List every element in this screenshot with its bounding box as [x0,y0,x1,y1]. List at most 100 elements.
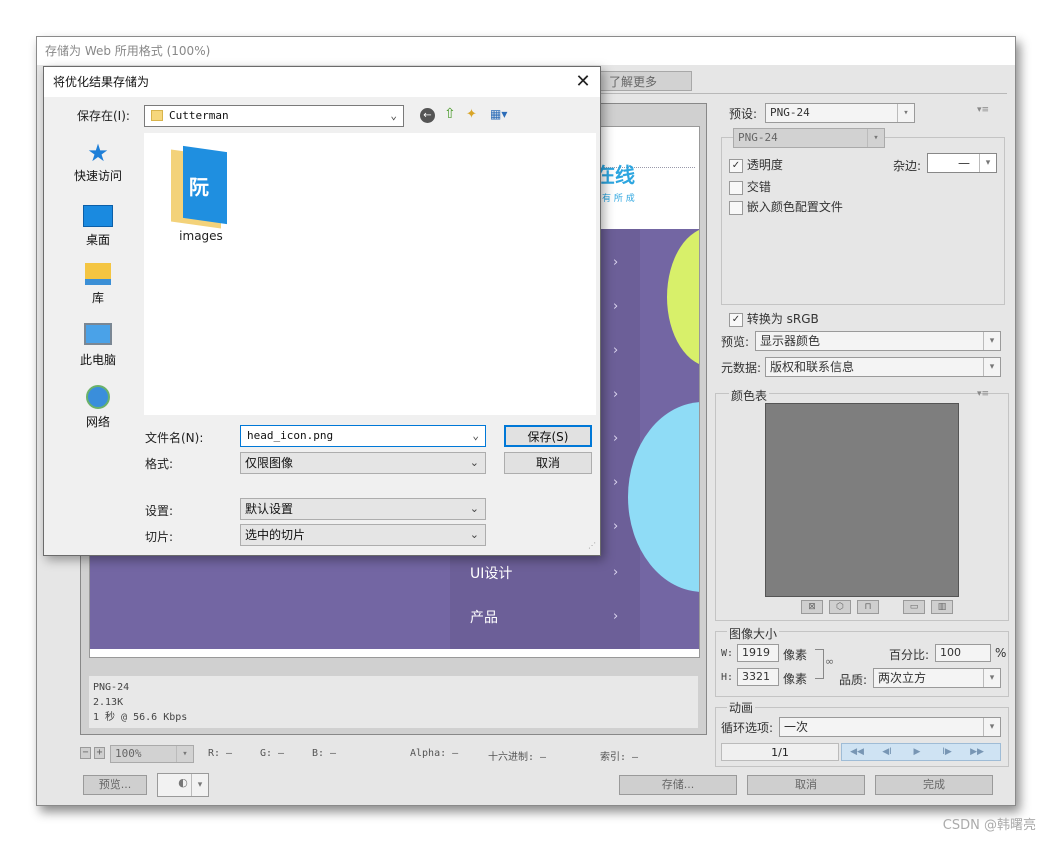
convert-srgb-option[interactable]: ✓ 转换为 sRGB [729,310,819,327]
percent-unit: % [995,646,1007,660]
store-button[interactable]: 存储... [619,775,737,795]
info-speed[interactable]: 1 秒 @ 56.6 Kbps [93,710,694,725]
height-label: H: [721,672,734,683]
folder-icon [151,110,163,121]
preview-chevron: › [613,519,619,534]
folder-item-images[interactable]: 阮 images [166,145,236,243]
desktop-label: 桌面 [85,233,110,247]
color-table-menu-icon[interactable]: ▾≡ [977,389,989,399]
new-folder-icon[interactable]: ✦ [466,107,477,122]
quick-access-item[interactable]: ★ 快速访问 [50,139,146,184]
embed-profile-checkbox[interactable] [729,200,743,215]
chevron-down-icon: ▾ [983,332,1000,350]
preview-menu-ui: UI设计 [470,566,513,582]
preset-select[interactable]: PNG-24 ▾ [765,103,915,123]
preview-button[interactable]: 预览... [83,775,147,795]
chevron-down-icon: ▾ [176,746,193,762]
play-icon[interactable]: ▶ [902,744,932,760]
preview-logo-sub: 有 所 成 [602,194,635,204]
zoom-select[interactable]: 100% ▾ [110,745,194,763]
file-list[interactable]: 阮 images [144,133,596,415]
library-item[interactable]: 库 [50,263,146,306]
lock-icon[interactable]: ⊓ [857,600,879,614]
panel-menu-icon[interactable]: ▾≡ [977,105,989,115]
preview-chevron: › [613,255,619,270]
this-pc-item[interactable]: 此电脑 [50,323,146,368]
height-input[interactable]: 3321 [737,668,779,686]
web-snap-icon[interactable]: ⬡ [829,600,851,614]
last-frame-icon[interactable]: ▶▶ [962,744,992,760]
percent-input[interactable]: 100 [935,644,991,662]
status-r: R: — [208,748,233,759]
network-label: 网络 [85,415,110,429]
filename-label: 文件名(N): [145,431,204,445]
settings-select[interactable]: 默认设置 ⌄ [240,498,486,520]
close-icon[interactable]: ✕ [570,70,596,94]
new-color-icon[interactable]: ▭ [903,600,925,614]
save-button[interactable]: 保存(S) [504,425,592,447]
settings-value: 默认设置 [245,502,294,516]
desktop-icon [83,205,113,227]
chevron-down-icon: ⌄ [390,109,397,122]
interlaced-option[interactable]: 交错 [729,178,771,195]
library-icon [85,263,111,285]
zoom-value: 100% [115,747,142,760]
transparency-checkbox[interactable]: ✓ [729,158,743,173]
cancel-button[interactable]: 取消 [747,775,865,795]
color-table-label: 颜色表 [729,387,770,404]
preview-chevron: › [613,431,619,446]
status-b: B: — [312,748,337,759]
format-select[interactable]: 仅限图像 ⌄ [240,452,486,474]
browser-icon: ◐ [178,776,188,789]
learn-more-tab[interactable]: 了解更多 [600,71,692,91]
first-frame-icon[interactable]: ◀◀ [842,744,872,760]
filename-value: head_icon.png [247,429,334,442]
zoom-in-button[interactable]: + [94,747,105,759]
link-icon[interactable]: ∞ [825,655,834,668]
browser-select[interactable]: ◐ ▾ [157,773,209,797]
info-size: 2.13K [93,697,124,708]
matte-label: 杂边: [893,159,922,173]
width-input[interactable]: 1919 [737,644,779,662]
embed-profile-option[interactable]: 嵌入颜色配置文件 [729,198,843,215]
loop-value: 一次 [784,720,809,734]
map-color-icon[interactable]: ⊠ [801,600,823,614]
quality-value: 两次立方 [878,671,927,685]
interlaced-checkbox[interactable] [729,180,743,195]
folder-large-icon: 阮 [169,145,233,229]
quality-select[interactable]: 两次立方 ▾ [873,668,1001,688]
zoom-out-button[interactable]: − [80,747,91,759]
interlaced-label: 交错 [746,180,771,194]
slices-select[interactable]: 选中的切片 ⌄ [240,524,486,546]
desktop-item[interactable]: 桌面 [50,205,146,248]
done-button[interactable]: 完成 [875,775,993,795]
preview-logo-text: 在线 [595,163,635,187]
filename-input[interactable]: head_icon.png ⌄ [240,425,486,447]
up-folder-icon[interactable]: ⇧ [444,106,456,122]
save-in-value: Cutterman [169,109,229,122]
format-select-value: 仅限图像 [245,456,294,470]
chevron-down-icon: ⌄ [472,429,479,442]
view-menu-icon[interactable]: ▦▾ [490,107,507,121]
width-label: W: [721,648,734,659]
color-table-swatches[interactable] [765,403,959,597]
format-select[interactable]: PNG-24 ▾ [733,128,885,148]
preview-mode-select[interactable]: 显示器颜色 ▾ [755,331,1001,351]
status-bar: − + 100% ▾ R: — G: — B: — Alpha: — 十六进制: … [80,745,710,763]
quick-access-label: 快速访问 [73,169,122,183]
trash-icon[interactable]: ▥ [931,600,953,614]
dialog-cancel-button[interactable]: 取消 [504,452,592,474]
prev-frame-icon[interactable]: ◀I [872,744,902,760]
star-icon: ★ [87,139,109,167]
resize-grip-icon[interactable]: ⋰ [588,541,596,550]
back-icon[interactable]: ← [420,108,435,123]
loop-select[interactable]: 一次 ▾ [779,717,1001,737]
metadata-select[interactable]: 版权和联系信息 ▾ [765,357,1001,377]
network-item[interactable]: 网络 [50,385,146,430]
save-in-select[interactable]: Cutterman ⌄ [144,105,404,127]
convert-srgb-checkbox[interactable]: ✓ [729,312,743,327]
transparency-option[interactable]: ✓ 透明度 [729,156,783,173]
next-frame-icon[interactable]: I▶ [932,744,962,760]
info-format: PNG-24 [93,682,130,693]
matte-select[interactable]: — ▾ [927,153,997,173]
